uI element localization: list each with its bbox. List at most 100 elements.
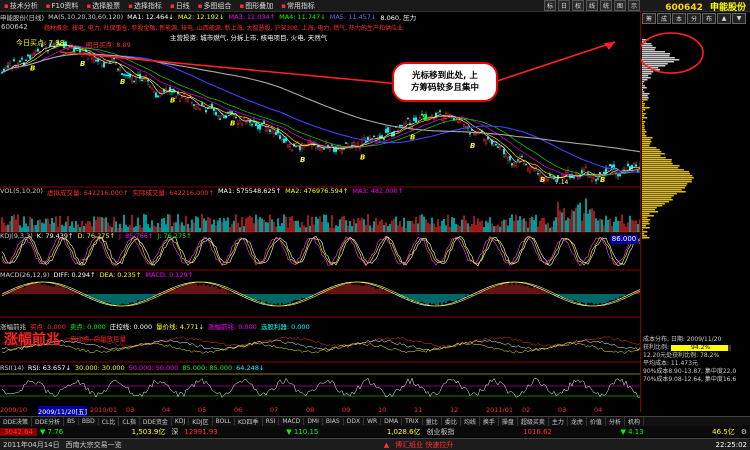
tab-17[interactable]: DMA [381, 418, 403, 425]
volume-bar [427, 222, 429, 232]
tab-28[interactable]: 分析 [606, 417, 625, 426]
tool-button-5[interactable]: 图 [614, 0, 626, 11]
volume-bar [115, 221, 117, 232]
tab-13[interactable]: DMI [304, 418, 323, 425]
menu-item-6[interactable]: ▪ 图形叠加 [235, 1, 277, 11]
volume-bar [469, 226, 471, 232]
candle-body [101, 65, 103, 67]
status-notice[interactable]: 西南大宗交易一览 [63, 440, 125, 450]
side-button-6[interactable]: ▼ [732, 13, 746, 24]
side-button-4[interactable]: 布 [702, 13, 716, 24]
chip-bar [642, 81, 645, 83]
tab-23[interactable]: 操盘 [499, 417, 518, 426]
volume-bar [139, 224, 141, 232]
menu-item-0[interactable]: ▪ 技术分析 [0, 1, 42, 11]
tool-button-1[interactable]: 日 [558, 0, 570, 11]
tab-24[interactable]: 超级买卖 [518, 417, 549, 426]
tab-26[interactable]: 龙虎 [568, 417, 587, 426]
tab-27[interactable]: 价值 [587, 417, 606, 426]
tab-29[interactable]: 机构 [625, 417, 644, 426]
tab-1[interactable]: DDE分析 [32, 417, 65, 426]
menu-item-3[interactable]: ▪ 选择指标 [124, 1, 166, 11]
tool-button-3[interactable]: 线 [586, 0, 598, 11]
tab-19[interactable]: 量比 [423, 417, 442, 426]
tab-11[interactable]: RSI [263, 418, 280, 425]
side-button-3[interactable]: 分 [687, 13, 701, 24]
volume-bar [151, 220, 153, 232]
tab-2[interactable]: BS [64, 418, 79, 425]
cy-index-value[interactable]: 1016.62 [520, 428, 555, 436]
candle-body [95, 59, 97, 62]
chart-canvas[interactable]: B B B B B B B B B B B S 7.14 [0, 12, 640, 406]
chip-bar [642, 57, 675, 59]
date-label-16: 04 [594, 406, 603, 414]
menu-item-5[interactable]: ▪ 多图组合 [194, 1, 236, 11]
date-label-14: 02 [522, 406, 531, 414]
volume-bar [67, 216, 69, 232]
volume-bar [571, 210, 573, 232]
volume-bar [11, 216, 13, 232]
candle-body [297, 141, 299, 143]
menu-icon: ▪ [86, 1, 92, 10]
candle-body [271, 128, 273, 133]
volume-bar [71, 221, 73, 232]
tool-button-0[interactable]: 标 [544, 0, 556, 11]
tab-0[interactable]: DDE决策 [0, 417, 33, 426]
side-button-2[interactable]: 本 [672, 13, 686, 24]
tab-4[interactable]: CL比 [99, 417, 120, 426]
candle-body [613, 164, 615, 168]
buy-marker-5: B [300, 156, 305, 164]
tab-12[interactable]: MACD [279, 418, 305, 425]
candle-body [255, 122, 257, 127]
ma-line-120 [1, 53, 640, 153]
menu-label: 图形叠加 [245, 1, 274, 10]
tab-15[interactable]: DDX [344, 418, 365, 425]
tab-25[interactable]: 主力 [549, 417, 568, 426]
status-alert-text[interactable]: 博汇纸业 快速拉升 [392, 440, 456, 450]
candle-body [251, 123, 253, 126]
menu-item-1[interactable]: ▪ F10资料 [42, 1, 83, 11]
tab-14[interactable]: BIAS [323, 418, 344, 425]
volume-bar [15, 219, 17, 232]
candle-body [319, 147, 321, 151]
tab-3[interactable]: BBD [79, 418, 99, 425]
tab-20[interactable]: 委比 [442, 417, 461, 426]
volume-bar [533, 220, 535, 232]
side-button-5[interactable]: ▲ [717, 13, 731, 24]
menu-item-7[interactable]: ▪ 常用指标 [277, 1, 319, 11]
candle-body [269, 129, 271, 132]
side-button-0[interactable]: 筹 [642, 13, 656, 24]
menu-item-4[interactable]: ▪ 日线 [166, 1, 194, 11]
tab-5[interactable]: CL指 [119, 417, 140, 426]
volume-bar [553, 220, 555, 232]
tab-10[interactable]: KD四季 [235, 417, 263, 426]
tab-8[interactable]: KDJ区 [189, 417, 213, 426]
tab-9[interactable]: BOLL [213, 418, 235, 425]
volume-bar [529, 218, 531, 232]
sz-index-value[interactable]: 12991.93 [181, 428, 220, 436]
volume-bar [107, 222, 109, 232]
tab-16[interactable]: WR [364, 418, 382, 425]
date-label-15: 03 [558, 406, 567, 414]
tab-22[interactable]: 换手 [480, 417, 499, 426]
tab-6[interactable]: DDE资金 [140, 417, 172, 426]
zfqz-small-label: 启动点, 后量放巨量 [70, 335, 127, 343]
candle-body [243, 117, 245, 120]
tab-18[interactable]: TRIX [402, 418, 423, 425]
tool-button-2[interactable]: 权 [572, 0, 584, 11]
tab-7[interactable]: KDJ [172, 418, 190, 425]
tool-button-6[interactable]: 示 [628, 0, 640, 11]
volume-bar [291, 216, 293, 232]
menu-label: F10资料 [51, 1, 79, 10]
chip-bar [642, 229, 644, 231]
sh-index-value[interactable]: 3042.64 [0, 427, 37, 436]
candle-body [537, 173, 539, 175]
volume-bar [563, 208, 565, 232]
candle-body [603, 172, 605, 175]
indexbar-gear-icon[interactable]: ⚙ [738, 428, 750, 436]
volume-bar [559, 210, 561, 232]
tab-21[interactable]: 均线 [461, 417, 480, 426]
tool-button-4[interactable]: 统 [600, 0, 612, 11]
menu-item-2[interactable]: ▪ 选择股票 [82, 1, 124, 11]
side-button-1[interactable]: 成 [657, 13, 671, 24]
